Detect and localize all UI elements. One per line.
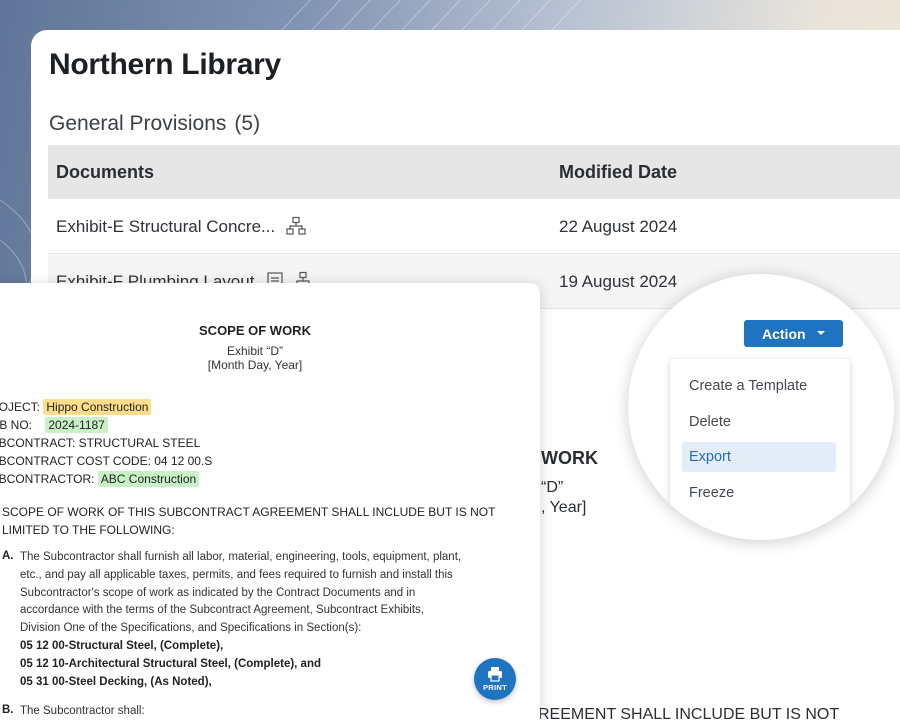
preview-heading-fragment: WORK	[541, 448, 598, 468]
action-button[interactable]: Action	[744, 320, 843, 347]
list-item-b-body: The Subcontractor shall:	[20, 705, 145, 717]
table-row[interactable]: Exhibit-E Structural Concre... 22 August…	[48, 199, 900, 254]
menu-item-freeze[interactable]: Freeze	[682, 478, 836, 508]
action-menu-magnifier: Action Create a Template Delete Export F…	[628, 274, 894, 540]
print-label: PRINT	[483, 683, 507, 692]
list-item-a-line: The Subcontractor shall furnish all labo…	[20, 551, 462, 563]
section-count: (5)	[234, 112, 261, 135]
list-item-a-line: Subcontractor's scope of work as indicat…	[20, 586, 416, 599]
section-name: General Provisions	[49, 112, 227, 135]
modified-date: 19 August 2024	[559, 272, 678, 291]
column-header-modified-date[interactable]: Modified Date	[559, 162, 677, 183]
action-button-label: Action	[762, 326, 806, 342]
menu-item-create-template[interactable]: Create a Template	[682, 371, 836, 401]
project-field: ROJECT: Hippo Construction	[0, 399, 152, 415]
scope-intro-line-1: SCOPE OF WORK OF THIS SUBCONTRACT AGREEM…	[2, 505, 496, 519]
list-item-a-line: etc., and pay all applicable taxes, perm…	[20, 568, 453, 581]
print-button[interactable]: PRINT	[474, 658, 516, 700]
list-item-b-letter: B.	[2, 704, 14, 716]
spec-section: 05 12 00-Structural Steel, (Complete),	[20, 639, 224, 652]
list-item-a-body: The Subcontractor shall furnish all labo…	[20, 549, 515, 691]
preview-date-fragment: , Year]	[541, 499, 587, 516]
column-header-documents[interactable]: Documents	[56, 162, 154, 183]
menu-item-delete[interactable]: Delete	[682, 407, 836, 437]
project-label: ROJECT:	[0, 400, 41, 414]
scope-intro-line-2: LIMITED TO THE FOLLOWING:	[2, 523, 175, 537]
job-number-field: OB NO: 2024-1187	[0, 417, 108, 433]
document-title: SCOPE OF WORK	[199, 323, 311, 338]
cost-code-field: UBCONTRACT COST CODE: 04 12 00.S	[0, 454, 213, 468]
project-value[interactable]: Hippo Construction	[43, 399, 152, 415]
caret-down-icon	[817, 331, 825, 335]
preview-exhibit-fragment: “D”	[541, 479, 564, 496]
subcontractor-label: UBCONTRACTOR:	[0, 472, 95, 486]
job-number-value[interactable]: 2024-1187	[45, 417, 108, 433]
preview-intro-fragment: REEMENT SHALL INCLUDE BUT IS NOT	[538, 706, 840, 720]
spec-section: 05 12 10-Architectural Structural Steel,…	[20, 657, 322, 670]
action-dropdown-menu: Create a Template Delete Export Freeze	[670, 359, 850, 540]
document-exhibit: Exhibit “D”	[226, 344, 283, 358]
hierarchy-icon[interactable]	[286, 216, 306, 241]
subcontract-field: UBCONTRACT: STRUCTURAL STEEL	[0, 436, 201, 450]
job-number-label: OB NO:	[0, 418, 33, 432]
spec-section: 05 31 00-Steel Decking, (As Noted),	[20, 675, 212, 688]
list-item-a-line: Division One of the Specifications, and …	[20, 622, 362, 635]
table-header: Documents Modified Date	[48, 145, 900, 199]
menu-item-export[interactable]: Export	[682, 442, 836, 472]
list-item-a-letter: A.	[2, 550, 14, 562]
document-name[interactable]: Exhibit-E Structural Concre...	[56, 217, 275, 237]
subcontractor-field: UBCONTRACTOR: ABC Construction	[0, 471, 200, 487]
document-preview[interactable]: SCOPE OF WORK Exhibit “D” [Month Day, Ye…	[0, 283, 540, 720]
page-title: Northern Library	[49, 48, 281, 81]
list-item-a-line: accordance with the terms of the Subcont…	[20, 604, 424, 617]
subcontractor-value[interactable]: ABC Construction	[97, 471, 200, 487]
printer-icon	[488, 667, 502, 682]
modified-date: 22 August 2024	[559, 217, 678, 236]
section-title: General Provisions (5)	[49, 112, 260, 136]
document-date: [Month Day, Year]	[207, 358, 303, 372]
